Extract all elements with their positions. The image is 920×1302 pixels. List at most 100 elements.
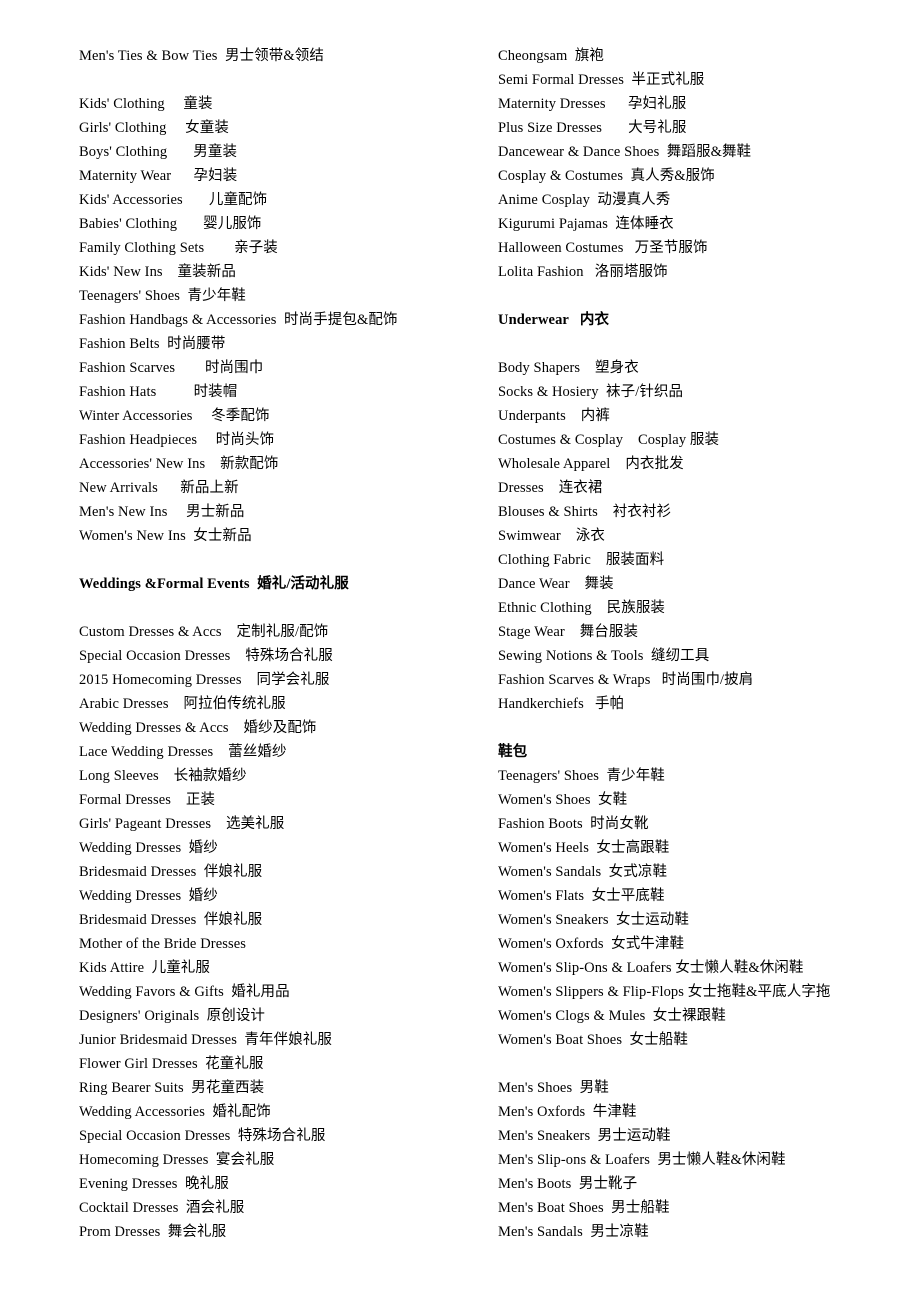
category-entry[interactable]: Men's Slip-ons & Loafers 男士懒人鞋&休闲鞋 [498,1148,908,1172]
category-entry[interactable]: Costumes & Cosplay Cosplay 服装 [498,428,908,452]
category-entry[interactable]: Anime Cosplay 动漫真人秀 [498,188,908,212]
category-entry[interactable]: Wholesale Apparel 内衣批发 [498,452,908,476]
category-heading: 鞋包 [498,744,528,760]
category-entry[interactable]: Lolita Fashion 洛丽塔服饰 [498,260,908,284]
category-entry[interactable]: Girls' Pageant Dresses 选美礼服 [79,812,479,836]
category-entry[interactable]: Cocktail Dresses 酒会礼服 [79,1196,479,1220]
category-entry[interactable]: Women's Slippers & Flip-Flops 女士拖鞋&平底人字拖 [498,980,908,1004]
category-entry[interactable]: Lace Wedding Dresses 蕾丝婚纱 [79,740,479,764]
category-entry[interactable]: Women's Clogs & Mules 女士裸跟鞋 [498,1004,908,1028]
category-entry[interactable]: Women's New Ins 女士新品 [79,524,479,548]
right-category-column: Cheongsam 旗袍 Semi Formal Dresses 半正式礼服 Mat… [498,44,908,1244]
category-entry[interactable]: Men's Boat Shoes 男士船鞋 [498,1196,908,1220]
category-entry[interactable]: Maternity Dresses 孕妇礼服 [498,92,908,116]
line-spacer [79,68,479,92]
category-entry[interactable]: Wedding Accessories 婚礼配饰 [79,1100,479,1124]
category-entry[interactable]: Designers' Originals 原创设计 [79,1004,479,1028]
category-entry[interactable]: Men's Ties & Bow Ties 男士领带&领结 [79,44,479,68]
category-entry[interactable]: New Arrivals 新品上新 [79,476,479,500]
category-entry[interactable]: Women's Slip-Ons & Loafers 女士懒人鞋&休闲鞋 [498,956,908,980]
category-entry[interactable]: Mother of the Bride Dresses [79,932,479,956]
category-entry[interactable]: Teenagers' Shoes 青少年鞋 [498,764,908,788]
category-entry[interactable]: Socks & Hosiery 袜子/针织品 [498,380,908,404]
category-entry[interactable]: Clothing Fabric 服装面料 [498,548,908,572]
category-entry[interactable]: Men's Sneakers 男士运动鞋 [498,1124,908,1148]
category-entry[interactable]: Stage Wear 舞台服装 [498,620,908,644]
category-entry[interactable]: Winter Accessories 冬季配饰 [79,404,479,428]
category-entry[interactable]: Men's New Ins 男士新品 [79,500,479,524]
category-entry[interactable]: Boys' Clothing 男童装 [79,140,479,164]
category-entry[interactable]: Wedding Dresses 婚纱 [79,884,479,908]
category-entry[interactable]: Arabic Dresses 阿拉伯传统礼服 [79,692,479,716]
category-entry[interactable]: Women's Shoes 女鞋 [498,788,908,812]
category-entry[interactable]: Babies' Clothing 婴儿服饰 [79,212,479,236]
category-entry[interactable]: Kids' Clothing 童装 [79,92,479,116]
category-entry[interactable]: Formal Dresses 正装 [79,788,479,812]
category-entry[interactable]: Fashion Boots 时尚女靴 [498,812,908,836]
category-entry[interactable]: Evening Dresses 晚礼服 [79,1172,479,1196]
line-spacer [79,596,479,620]
category-entry[interactable]: Special Occasion Dresses 特殊场合礼服 [79,644,479,668]
category-entry[interactable]: Special Occasion Dresses 特殊场合礼服 [79,1124,479,1148]
category-entry[interactable]: Ethnic Clothing 民族服装 [498,596,908,620]
category-entry[interactable]: Prom Dresses 舞会礼服 [79,1220,479,1244]
line-spacer [498,1052,908,1076]
category-entry[interactable]: Wedding Dresses & Accs 婚纱及配饰 [79,716,479,740]
category-entry[interactable]: 2015 Homecoming Dresses 同学会礼服 [79,668,479,692]
category-entry[interactable]: Handkerchiefs 手帕 [498,692,908,716]
line-spacer [498,284,908,308]
category-entry[interactable]: Fashion Handbags & Accessories 时尚手提包&配饰 [79,308,479,332]
category-entry[interactable]: Men's Boots 男士靴子 [498,1172,908,1196]
category-entry[interactable]: Men's Oxfords 牛津鞋 [498,1100,908,1124]
category-entry[interactable]: Women's Flats 女士平底鞋 [498,884,908,908]
category-heading: Underwear 内衣 [498,312,610,328]
category-entry[interactable]: Kids' Accessories 儿童配饰 [79,188,479,212]
category-entry[interactable]: Dresses 连衣裙 [498,476,908,500]
category-entry[interactable]: Semi Formal Dresses 半正式礼服 [498,68,908,92]
category-entry[interactable]: Fashion Hats 时装帽 [79,380,479,404]
category-entry[interactable]: Wedding Dresses 婚纱 [79,836,479,860]
category-entry[interactable]: Underpants 内裤 [498,404,908,428]
category-entry[interactable]: Ring Bearer Suits 男花童西装 [79,1076,479,1100]
category-entry[interactable]: Swimwear 泳衣 [498,524,908,548]
category-entry[interactable]: Women's Sandals 女式凉鞋 [498,860,908,884]
category-entry[interactable]: Bridesmaid Dresses 伴娘礼服 [79,908,479,932]
category-heading: Weddings &Formal Events 婚礼/活动礼服 [79,576,349,592]
category-entry[interactable]: Teenagers' Shoes 青少年鞋 [79,284,479,308]
category-entry[interactable]: Women's Boat Shoes 女士船鞋 [498,1028,908,1052]
category-entry[interactable]: Fashion Scarves & Wraps 时尚围巾/披肩 [498,668,908,692]
category-entry[interactable]: Girls' Clothing 女童装 [79,116,479,140]
category-entry[interactable]: Cosplay & Costumes 真人秀&服饰 [498,164,908,188]
category-entry[interactable]: Blouses & Shirts 衬衣衬衫 [498,500,908,524]
category-entry[interactable]: Fashion Headpieces 时尚头饰 [79,428,479,452]
category-entry[interactable]: Family Clothing Sets 亲子装 [79,236,479,260]
category-entry[interactable]: Homecoming Dresses 宴会礼服 [79,1148,479,1172]
category-entry[interactable]: Kids' New Ins 童装新品 [79,260,479,284]
line-spacer [498,332,908,356]
category-entry[interactable]: Plus Size Dresses 大号礼服 [498,116,908,140]
category-entry[interactable]: Bridesmaid Dresses 伴娘礼服 [79,860,479,884]
category-entry[interactable]: Long Sleeves 长袖款婚纱 [79,764,479,788]
category-entry[interactable]: Maternity Wear 孕妇装 [79,164,479,188]
category-entry[interactable]: Fashion Belts 时尚腰带 [79,332,479,356]
category-entry[interactable]: Body Shapers 塑身衣 [498,356,908,380]
category-entry[interactable]: Cheongsam 旗袍 [498,44,908,68]
category-entry[interactable]: Fashion Scarves 时尚围巾 [79,356,479,380]
category-entry[interactable]: Sewing Notions & Tools 缝纫工具 [498,644,908,668]
category-entry[interactable]: Kigurumi Pajamas 连体睡衣 [498,212,908,236]
category-entry[interactable]: Dance Wear 舞装 [498,572,908,596]
category-entry[interactable]: Halloween Costumes 万圣节服饰 [498,236,908,260]
category-entry[interactable]: Junior Bridesmaid Dresses 青年伴娘礼服 [79,1028,479,1052]
line-spacer [79,548,479,572]
category-entry[interactable]: Wedding Favors & Gifts 婚礼用品 [79,980,479,1004]
category-entry[interactable]: Men's Sandals 男士凉鞋 [498,1220,908,1244]
category-entry[interactable]: Women's Heels 女士高跟鞋 [498,836,908,860]
category-entry[interactable]: Men's Shoes 男鞋 [498,1076,908,1100]
category-entry[interactable]: Dancewear & Dance Shoes 舞蹈服&舞鞋 [498,140,908,164]
category-entry[interactable]: Flower Girl Dresses 花童礼服 [79,1052,479,1076]
category-entry[interactable]: Kids Attire 儿童礼服 [79,956,479,980]
category-entry[interactable]: Women's Oxfords 女式牛津鞋 [498,932,908,956]
category-entry[interactable]: Custom Dresses & Accs 定制礼服/配饰 [79,620,479,644]
category-entry[interactable]: Women's Sneakers 女士运动鞋 [498,908,908,932]
category-entry[interactable]: Accessories' New Ins 新款配饰 [79,452,479,476]
